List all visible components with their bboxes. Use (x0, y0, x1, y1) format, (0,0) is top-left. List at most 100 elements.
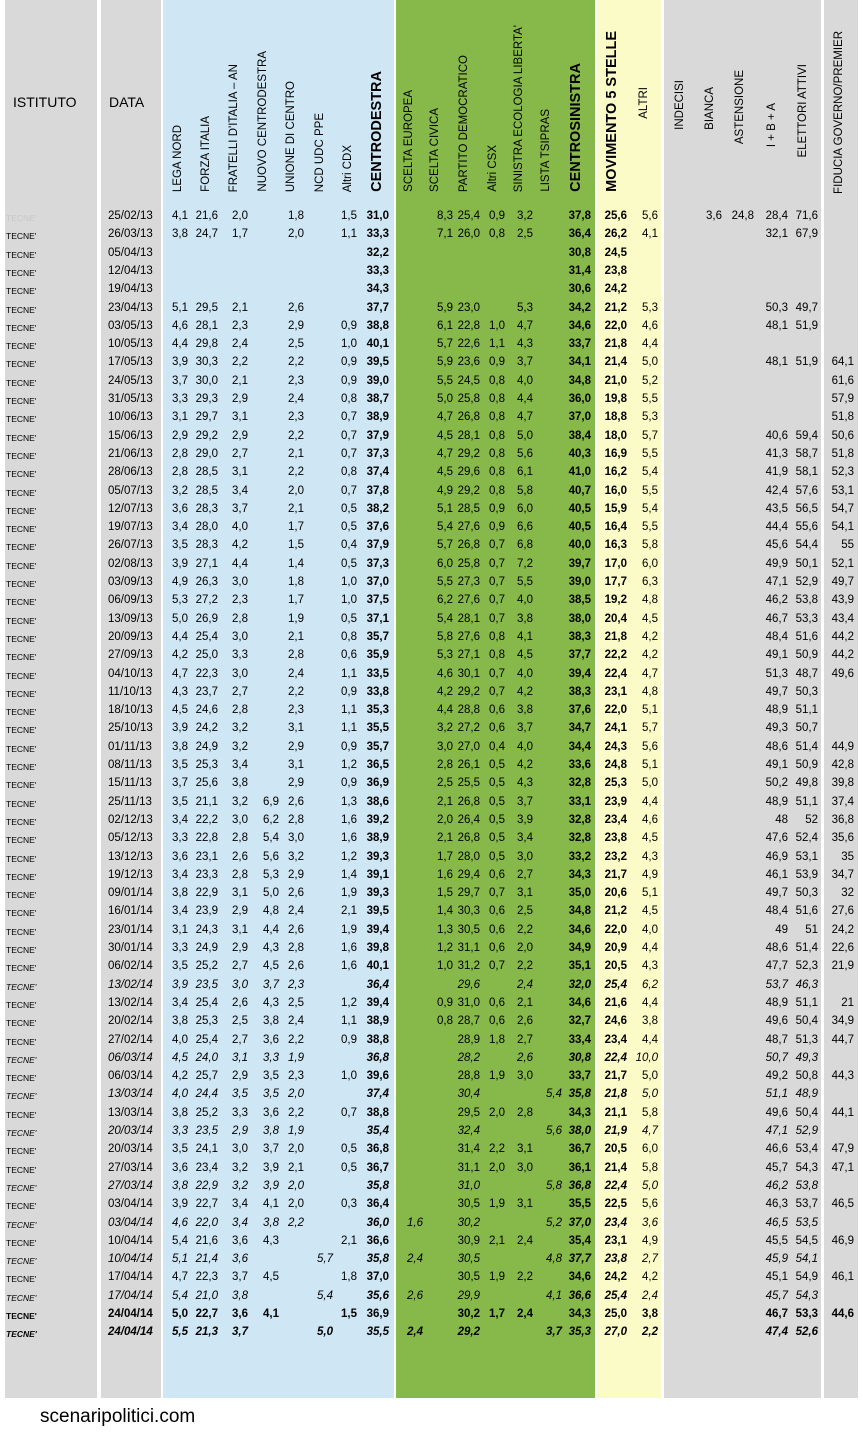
cell-al: 5,0 (642, 1088, 658, 1101)
cell-al: 3,8 (642, 1015, 658, 1028)
cell-istituto: TECNE' (6, 304, 37, 315)
cell-el: 53,8 (795, 594, 818, 607)
cell-fi: 24,9 (195, 740, 218, 753)
cell-ncd: 3,7 (263, 1143, 279, 1156)
header-istituto: ISTITUTO (13, 94, 77, 110)
cell-fid: 43,4 (831, 612, 854, 625)
cell-ln: 4,1 (172, 210, 188, 222)
cell-csx: 34,6 (568, 1271, 591, 1284)
cell-m5s: 24,2 (604, 283, 627, 296)
cell-pd: 27,6 (457, 630, 480, 643)
table-row: TECNE' 27/03/14 3,8 22,9 3,2 3,9 2,0 35,8 31,0 5,… (0, 1177, 863, 1195)
cell-sel: 3,0 (517, 850, 533, 863)
cell-sc: 5,7 (437, 338, 453, 351)
cell-al: 5,8 (642, 1161, 658, 1174)
table-row: TECNE' 18/10/13 4,5 24,6 2,8 2,3 1,1 35,3 4,4 28,… (0, 701, 863, 719)
cell-sc: 5,0 (437, 393, 453, 405)
cell-fdi: 2,9 (232, 1070, 248, 1083)
cell-ts: 4,8 (546, 1253, 562, 1266)
cell-istituto: TECNE' (6, 322, 37, 333)
cell-iba: 46,2 (765, 1179, 788, 1192)
cell-ln: 4,2 (172, 1070, 188, 1083)
cell-el: 71,6 (795, 210, 818, 222)
header-elettori-attivi: ELETTORI ATTIVI (797, 64, 809, 158)
cell-pd: 29,2 (457, 1326, 480, 1339)
cell-iba: 48,7 (765, 1033, 788, 1046)
cell-al: 4,4 (642, 996, 658, 1009)
cell-sc: 1,4 (437, 905, 453, 918)
cell-acdx: 1,1 (341, 722, 357, 735)
cell-udc: 3,1 (288, 722, 304, 735)
cell-fdi: 3,2 (232, 740, 248, 753)
cell-fdi: 3,4 (232, 759, 248, 771)
cell-istituto: TECNE' (6, 1036, 37, 1047)
cell-istituto: TECNE' (6, 816, 37, 827)
cell-al: 6,0 (642, 557, 658, 570)
cell-csx: 37,0 (568, 411, 591, 424)
cell-fi: 30,3 (195, 356, 218, 369)
cell-el: 50,8 (795, 1070, 818, 1083)
cell-sel: 4,1 (517, 630, 533, 643)
cell-acdx: 0,7 (341, 1106, 357, 1119)
cell-acsx: 0,7 (489, 576, 505, 588)
cell-istituto: TECNE' (6, 231, 37, 242)
cell-acdx: 2,1 (341, 905, 357, 918)
cell-iba: 47,1 (765, 576, 788, 588)
cell-pd: 28,1 (457, 429, 480, 442)
cell-sel: 4,7 (517, 411, 533, 424)
cell-sel: 5,3 (517, 301, 533, 314)
cell-istituto: TECNE' (6, 469, 37, 480)
cell-date: 16/01/14 (108, 905, 153, 918)
cell-iba: 49,1 (765, 759, 788, 771)
cell-ncd: 5,3 (263, 868, 279, 881)
cell-ln: 2,9 (172, 429, 188, 442)
cell-cdx: 33,3 (366, 264, 389, 277)
header-scelta-europea: SCELTA EUROPEA (403, 90, 415, 192)
cell-date: 06/09/13 (108, 594, 153, 607)
cell-el: 53,1 (795, 850, 818, 863)
cell-istituto: TECNE' (6, 762, 37, 772)
cell-csx: 34,4 (568, 740, 591, 753)
cell-sel: 2,1 (517, 996, 533, 1009)
cell-udc: 2,1 (288, 502, 304, 515)
cell-m5s: 19,2 (604, 594, 627, 607)
cell-csx: 38,4 (568, 429, 591, 442)
cell-ncd: 3,8 (263, 1125, 279, 1137)
cell-fi: 25,4 (195, 630, 218, 643)
cell-sel: 2,2 (517, 960, 533, 973)
cell-iba: 48,6 (765, 942, 788, 954)
cell-fi: 25,0 (195, 649, 218, 662)
header-m5s: MOVIMENTO 5 STELLE (604, 31, 620, 192)
cell-iba: 46,3 (765, 1198, 788, 1211)
cell-date: 13/03/14 (108, 1106, 153, 1119)
cell-date: 19/04/13 (108, 283, 153, 296)
cell-csx: 30,8 (568, 246, 591, 259)
cell-acsx: 1,7 (489, 1308, 505, 1320)
cell-al: 5,4 (642, 466, 658, 479)
cell-m5s: 20,5 (604, 1143, 627, 1156)
cell-udc: 2,4 (288, 905, 304, 918)
cell-cdx: 40,1 (366, 960, 389, 973)
cell-ln: 3,4 (172, 813, 188, 826)
cell-pd: 31,1 (457, 942, 480, 954)
cell-udc: 2,2 (288, 1033, 304, 1046)
cell-acdx: 1,1 (341, 228, 357, 241)
cell-al: 5,2 (642, 374, 658, 387)
cell-se: 2,4 (407, 1253, 423, 1266)
cell-ncd: 5,4 (263, 832, 279, 845)
cell-fid: 46,9 (831, 1234, 854, 1247)
cell-cdx: 37,4 (366, 1088, 389, 1101)
cell-al: 4,6 (642, 319, 658, 332)
cell-cdx: 36,8 (366, 1143, 389, 1156)
cell-acdx: 1,8 (341, 1271, 357, 1284)
cell-fid: 52,3 (831, 466, 854, 479)
cell-csx: 34,6 (568, 996, 591, 1009)
cell-udc: 2,2 (288, 1106, 304, 1119)
table-row: TECNE' 25/11/13 3,5 21,1 3,2 6,9 2,6 1,3 38,6 2,1… (0, 793, 863, 811)
cell-acdx: 0,9 (341, 356, 357, 369)
cell-cdx: 38,9 (366, 411, 389, 424)
cell-fi: 22,9 (195, 1179, 218, 1192)
cell-pd: 30,5 (457, 923, 480, 936)
cell-sc: 6,2 (437, 594, 453, 607)
cell-m5s: 16,4 (604, 521, 627, 534)
